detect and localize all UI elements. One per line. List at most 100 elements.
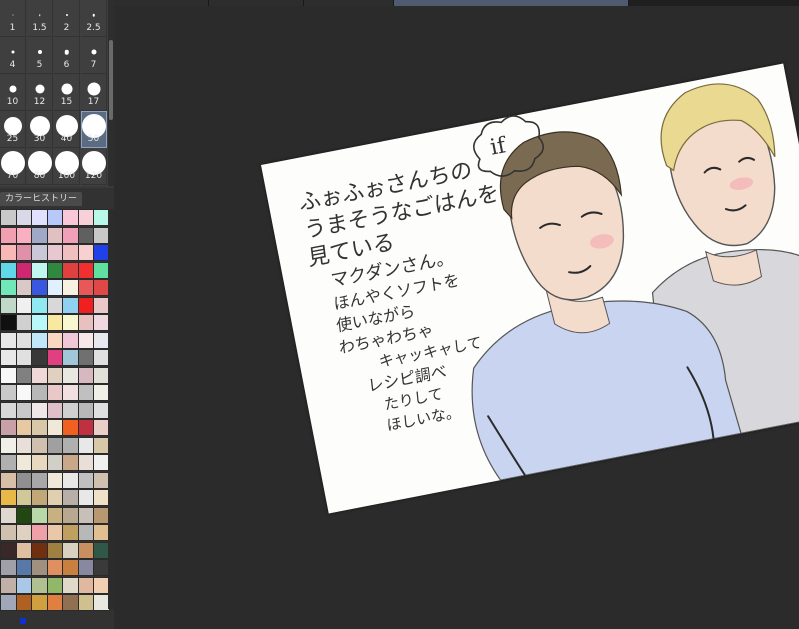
color-swatch[interactable] [31, 401, 48, 419]
color-swatch[interactable] [77, 454, 95, 471]
color-swatch[interactable] [31, 576, 48, 594]
brush-size-50[interactable]: 50 [81, 111, 107, 148]
canvas-area[interactable]: if ふぉふぉさんちの うまそうなごはんを 見ている マクダンさん。 ほんやくソフトを使… [114, 6, 799, 629]
color-swatch[interactable] [15, 331, 33, 349]
color-swatch[interactable] [77, 366, 95, 384]
color-swatch[interactable] [62, 524, 79, 541]
brush-size-5[interactable]: 5 [27, 37, 53, 74]
color-swatch[interactable] [62, 471, 79, 489]
color-swatch[interactable] [15, 489, 33, 506]
color-swatch[interactable] [62, 261, 79, 279]
color-swatch[interactable] [77, 401, 95, 419]
brush-size-7[interactable]: 7 [81, 37, 107, 74]
brush-size-1-5[interactable]: 1.5 [27, 0, 53, 37]
color-swatch[interactable] [62, 576, 79, 594]
color-swatch[interactable] [31, 541, 48, 559]
color-swatch[interactable] [46, 524, 64, 541]
color-swatch[interactable] [15, 471, 33, 489]
color-swatch[interactable] [31, 489, 48, 506]
color-swatch[interactable] [0, 594, 17, 611]
color-swatch[interactable] [31, 349, 48, 366]
color-swatch[interactable] [62, 244, 79, 261]
brush-size-80[interactable]: 80 [27, 148, 53, 185]
color-swatch[interactable] [0, 419, 17, 436]
color-swatch[interactable] [31, 314, 48, 331]
color-swatch[interactable] [62, 401, 79, 419]
color-swatch[interactable] [15, 314, 33, 331]
brush-size-17[interactable]: 17 [81, 74, 107, 111]
color-swatch[interactable] [0, 471, 17, 489]
color-swatch[interactable] [0, 314, 17, 331]
color-swatch[interactable] [15, 296, 33, 314]
color-swatch[interactable] [62, 506, 79, 524]
color-swatch[interactable] [62, 541, 79, 559]
brush-size-4[interactable]: 4 [0, 37, 26, 74]
color-swatch[interactable] [46, 506, 64, 524]
color-swatch[interactable] [77, 226, 95, 244]
color-swatch[interactable] [0, 576, 17, 594]
brush-size-10[interactable]: 10 [0, 74, 26, 111]
color-swatch[interactable] [46, 559, 64, 576]
brush-size-25[interactable]: 25 [0, 111, 26, 148]
color-swatch[interactable] [77, 331, 95, 349]
color-swatch[interactable] [15, 261, 33, 279]
color-swatch[interactable] [0, 524, 17, 541]
color-swatch[interactable] [31, 296, 48, 314]
color-swatch[interactable] [0, 384, 17, 401]
color-swatch[interactable] [15, 244, 33, 261]
color-swatch[interactable] [15, 226, 33, 244]
color-swatch[interactable] [77, 279, 95, 296]
brush-size-30[interactable]: 30 [27, 111, 53, 148]
color-swatch[interactable] [77, 471, 95, 489]
color-swatch[interactable] [62, 419, 79, 436]
color-swatch[interactable] [62, 349, 79, 366]
color-swatch[interactable] [62, 314, 79, 331]
color-swatch[interactable] [0, 226, 17, 244]
color-swatch[interactable] [15, 401, 33, 419]
color-swatch[interactable] [0, 541, 17, 559]
color-swatch[interactable] [31, 244, 48, 261]
color-swatch[interactable] [31, 331, 48, 349]
color-swatch[interactable] [62, 559, 79, 576]
color-swatch[interactable] [0, 559, 17, 576]
color-swatch[interactable] [31, 279, 48, 296]
color-swatch[interactable] [77, 349, 95, 366]
color-swatch[interactable] [0, 454, 17, 471]
color-swatch[interactable] [31, 366, 48, 384]
color-swatch[interactable] [77, 419, 95, 436]
color-swatch[interactable] [46, 471, 64, 489]
color-swatch[interactable] [31, 524, 48, 541]
color-swatch[interactable] [77, 209, 95, 226]
color-swatch[interactable] [77, 506, 95, 524]
color-swatch[interactable] [0, 401, 17, 419]
brush-size-2-5[interactable]: 2.5 [81, 0, 107, 37]
color-swatch[interactable] [15, 419, 33, 436]
color-swatch[interactable] [62, 209, 79, 226]
color-swatch[interactable] [46, 226, 64, 244]
color-swatch[interactable] [62, 279, 79, 296]
color-swatch[interactable] [31, 454, 48, 471]
color-swatch[interactable] [62, 296, 79, 314]
color-swatch[interactable] [46, 314, 64, 331]
color-swatch[interactable] [46, 244, 64, 261]
color-swatch[interactable] [62, 454, 79, 471]
color-swatch[interactable] [0, 331, 17, 349]
color-swatch[interactable] [15, 436, 33, 454]
color-swatch[interactable] [15, 506, 33, 524]
brush-size-12[interactable]: 12 [27, 74, 53, 111]
color-swatch[interactable] [62, 366, 79, 384]
color-swatch[interactable] [77, 576, 95, 594]
artwork-canvas[interactable]: if ふぉふぉさんちの うまそうなごはんを 見ている マクダンさん。 ほんやくソフトを使… [261, 63, 799, 514]
color-swatch[interactable] [46, 401, 64, 419]
color-swatch[interactable] [62, 594, 79, 611]
brush-size-120[interactable]: 120 [81, 148, 107, 185]
color-swatch[interactable] [46, 296, 64, 314]
brush-size-40[interactable]: 40 [54, 111, 80, 148]
color-swatch[interactable] [46, 489, 64, 506]
color-swatch[interactable] [31, 506, 48, 524]
color-swatch[interactable] [46, 279, 64, 296]
color-swatch[interactable] [77, 314, 95, 331]
color-swatch[interactable] [62, 436, 79, 454]
color-swatch[interactable] [15, 559, 33, 576]
color-swatch[interactable] [46, 261, 64, 279]
